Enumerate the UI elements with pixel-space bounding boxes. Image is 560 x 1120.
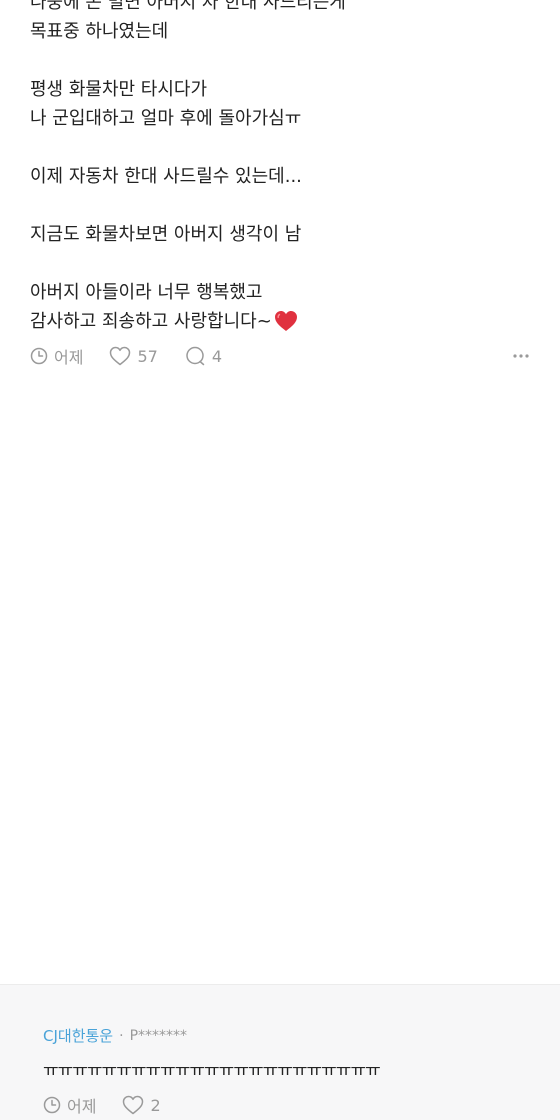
- heart-emoji-icon: [274, 310, 298, 341]
- comment-text: ㅠㅠㅠㅠㅠㅠㅠㅠㅠㅠㅠㅠㅠㅠㅠㅠㅠㅠㅠㅠㅠㅠㅠ: [43, 1061, 381, 1081]
- post-line: 나 군입대하고 얼마 후에 돌아가심ㅠ: [30, 108, 302, 129]
- comment-like-count: 2: [150, 1095, 161, 1115]
- post-line: 지금도 화물차보면 아버지 생각이 남: [30, 224, 302, 245]
- comment-bubble-icon: [186, 346, 205, 366]
- post-closing-line: 감사하고 죄송하고 사랑합니다~: [30, 307, 530, 341]
- comment-like-button[interactable]: 2: [122, 1095, 161, 1115]
- comment-author-user: P*******: [129, 1027, 188, 1044]
- post-body: 나중에 돈 벌면 아버지 차 한대 사드리는게 목표중 하나였는데 평생 화물차…: [30, 0, 530, 341]
- more-options-button[interactable]: [512, 343, 530, 369]
- post-like-count: 57: [137, 346, 158, 366]
- more-dots-icon: [513, 354, 529, 358]
- post-comment-button[interactable]: 4: [184, 346, 222, 366]
- heart-outline-icon: [110, 346, 131, 366]
- heart-outline-icon: [123, 1095, 144, 1115]
- comment-separator: ·: [119, 1027, 124, 1044]
- post-time: 어제: [30, 344, 83, 368]
- post-line: 목표중 하나였는데: [30, 21, 169, 42]
- comment-meta-row: 어제 2: [43, 1092, 187, 1118]
- post-line: 감사하고 죄송하고 사랑합니다~: [30, 311, 272, 332]
- comment-time-label: 어제: [67, 1097, 97, 1116]
- clock-icon: [30, 347, 48, 365]
- post-line: 아버지 아들이라 너무 행복했고: [30, 282, 263, 303]
- post-page: 나중에 돈 벌면 아버지 차 한대 사드리는게 목표중 하나였는데 평생 화물차…: [0, 0, 560, 1120]
- comment-author-company[interactable]: CJ대한통운: [43, 1025, 113, 1046]
- post-like-button[interactable]: 57: [109, 346, 158, 366]
- post-comment-count: 4: [211, 346, 222, 366]
- comment-time: 어제: [43, 1093, 96, 1117]
- post-line: 이제 자동차 한대 사드릴수 있는데...: [30, 166, 302, 187]
- post-meta-row: 어제 57 4: [30, 343, 530, 369]
- comment-header: CJ대한통운 · P*******: [43, 1025, 187, 1046]
- post-line: 나중에 돈 벌면 아버지 차 한대 사드리는게: [30, 0, 346, 13]
- clock-icon: [43, 1096, 61, 1114]
- post-line: 평생 화물차만 타시다가: [30, 79, 208, 100]
- post-time-label: 어제: [54, 348, 84, 367]
